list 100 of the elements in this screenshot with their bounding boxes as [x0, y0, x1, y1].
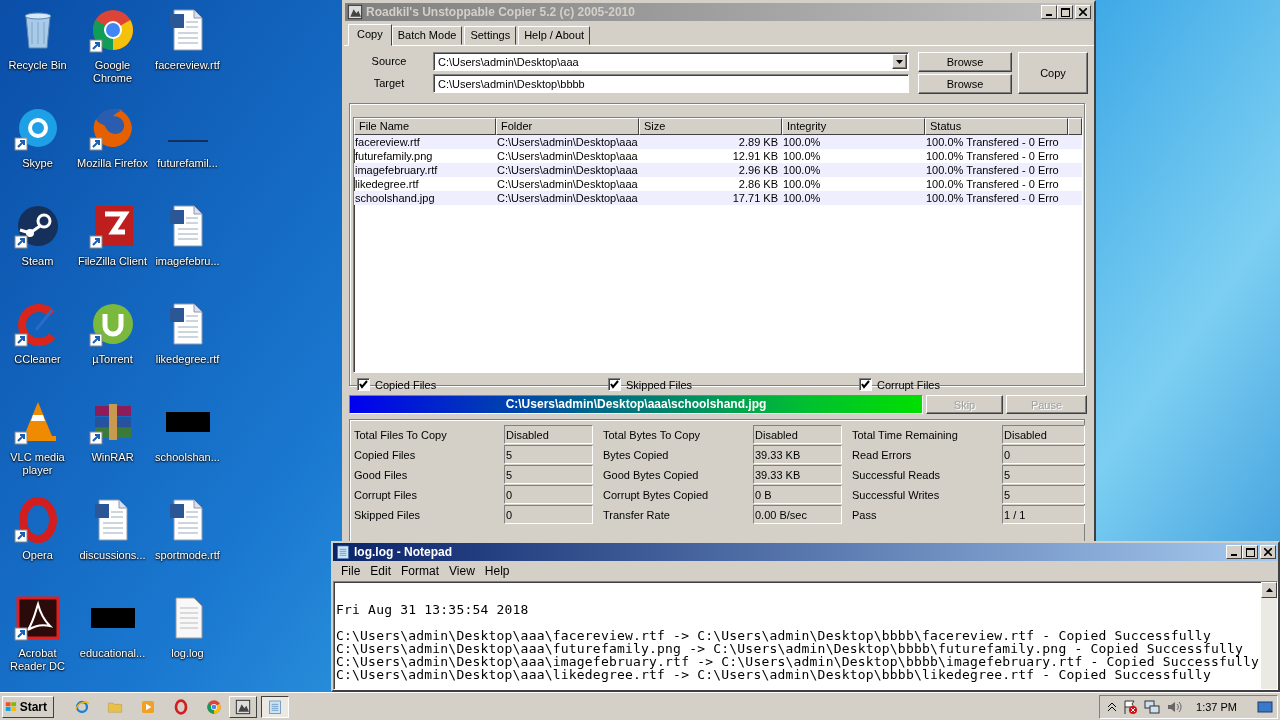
- maximize-button[interactable]: [1242, 545, 1258, 559]
- caret-up-icon[interactable]: [1108, 702, 1117, 711]
- table-cell-text: 2.96 KB: [737, 163, 779, 177]
- browse-button[interactable]: Browse: [918, 74, 1012, 94]
- close-button[interactable]: [1075, 5, 1091, 19]
- tab[interactable]: Copy: [348, 24, 392, 46]
- column-header[interactable]: Folder: [496, 118, 639, 135]
- scrollbar[interactable]: [1261, 582, 1277, 689]
- icon-label[interactable]: Recycle Bin: [1, 59, 74, 72]
- minimize-button[interactable]: [1226, 545, 1242, 559]
- log-line: C:\Users\admin\Desktop\aaa\imagefebruary.rtf -> C:\Users\admin\Desktop\bbbb\imagefebruary.rtf - Copied Successfully: [336, 655, 1261, 668]
- icon-label[interactable]: Opera: [1, 549, 74, 562]
- icon-label[interactable]: FileZilla Client: [76, 255, 149, 268]
- browser-logo-icon[interactable]: [206, 698, 222, 715]
- icon-label[interactable]: Acrobat Reader DC: [1, 647, 74, 673]
- icon-label[interactable]: facereview.rtf: [151, 59, 224, 72]
- icon-label[interactable]: log.log: [151, 647, 224, 660]
- tab[interactable]: Batch Mode: [391, 26, 463, 45]
- table-cell: C:\Users\admin\Desktop\aaa: [496, 149, 639, 163]
- text-area[interactable]: [333, 581, 1278, 690]
- icon-label[interactable]: Skype: [1, 157, 74, 170]
- browse-button[interactable]: Browse: [918, 52, 1012, 72]
- icon-label[interactable]: WinRAR: [76, 451, 149, 464]
- log-line: C:\Users\admin\Desktop\aaa\facereview.rtf -> C:\Users\admin\Desktop\bbbb\facereview.rtf - Copied Successfully: [336, 629, 1212, 642]
- log-line: C:\Users\admin\Desktop\aaa\likedegree.rtf -> C:\Users\admin\Desktop\bbbb\likedegree.rtf - Copied Successfully: [336, 668, 1211, 681]
- table-cell-text: futurefamily.png: [354, 149, 434, 163]
- checkbox[interactable]: [608, 378, 621, 391]
- icon-label[interactable]: µTorrent: [76, 353, 149, 366]
- table-cell-text: 12.91 KB: [731, 149, 779, 163]
- checkbox[interactable]: [357, 378, 370, 391]
- flag-icon[interactable]: [1122, 698, 1139, 715]
- field-label: Source: [370, 54, 408, 69]
- table-cell-text: 100.0%: [782, 163, 822, 177]
- window-title: log.log - Notepad: [354, 545, 453, 559]
- stat-value: 0: [504, 485, 593, 504]
- stat-value: 0 B: [753, 485, 842, 504]
- icon-label[interactable]: Steam: [1, 255, 74, 268]
- menu-item[interactable]: Help: [479, 564, 515, 578]
- close-icon: [1079, 8, 1087, 16]
- column-header[interactable]: Integrity: [782, 118, 925, 135]
- table-cell-text: 2.89 KB: [737, 135, 779, 149]
- source-combobox[interactable]: C:\Users\admin\Desktop\aaa: [433, 52, 909, 71]
- maximize-button[interactable]: [1057, 5, 1073, 19]
- close-button[interactable]: [1260, 545, 1276, 559]
- icon-label[interactable]: discussions...: [76, 549, 149, 562]
- stat-value: 39.33 KB: [753, 445, 842, 464]
- menu-item[interactable]: Format: [396, 564, 445, 578]
- checkbox-label[interactable]: Skipped Files: [626, 378, 693, 391]
- target-field[interactable]: C:\Users\admin\Desktop\bbbb: [433, 74, 909, 93]
- column-header[interactable]: File Name: [354, 118, 496, 135]
- taskbar-button[interactable]: [261, 695, 289, 718]
- checkbox[interactable]: [859, 378, 872, 391]
- caret-down-icon: [896, 59, 903, 64]
- stat-value: 5: [1002, 485, 1085, 504]
- table-cell-text: 100.0% Transfered - 0 Erro: [925, 135, 1060, 149]
- stat-label: Copied Files: [354, 448, 417, 461]
- icon-label[interactable]: schoolshan...: [151, 451, 224, 464]
- minimize-button[interactable]: [1041, 5, 1057, 19]
- column-header[interactable]: Size: [639, 118, 782, 135]
- icon-label[interactable]: Google Chrome: [76, 59, 149, 85]
- dropdown-button[interactable]: [892, 54, 907, 69]
- tab[interactable]: Help / About: [518, 26, 591, 45]
- copy-button[interactable]: Copy: [1018, 52, 1088, 94]
- icon-label[interactable]: educational...: [76, 647, 149, 660]
- table-cell-text: 100.0% Transfered - 0 Erro: [925, 191, 1060, 205]
- tab[interactable]: Settings: [464, 26, 517, 45]
- icon-label[interactable]: sportmode.rtf: [151, 549, 224, 562]
- stat-label: Transfer Rate: [603, 508, 671, 521]
- table-cell-text: likedegree.rtf: [354, 177, 420, 191]
- table-cell-text: imagefebruary.rtf: [354, 163, 439, 177]
- table-cell-text: schoolshand.jpg: [354, 191, 436, 205]
- copier-app-icon: [347, 4, 363, 20]
- icon-label[interactable]: likedegree.rtf: [151, 353, 224, 366]
- stat-label: Skipped Files: [354, 508, 422, 521]
- icon-label[interactable]: imagefebru...: [151, 255, 224, 268]
- icon-label[interactable]: VLC media player: [1, 451, 74, 477]
- show-desktop-icon[interactable]: [1257, 699, 1273, 714]
- column-header[interactable]: Status: [925, 118, 1068, 135]
- scroll-up-button[interactable]: [1261, 582, 1277, 598]
- menu-item[interactable]: View: [444, 564, 480, 578]
- notepad-icon: [267, 698, 283, 715]
- notepad-icon: [335, 544, 351, 560]
- log-line: Fri Aug 31 13:35:54 2018: [336, 603, 530, 616]
- stat-label: Read Errors: [852, 448, 913, 461]
- app-logo-icon[interactable]: [13, 594, 62, 642]
- stat-value: Disabled: [504, 425, 593, 444]
- stat-label: Total Time Remaining: [852, 428, 959, 441]
- stat-label: Good Files: [354, 468, 409, 481]
- checkbox-label[interactable]: Corrupt Files: [877, 378, 940, 391]
- stat-label: Good Bytes Copied: [603, 468, 700, 481]
- icon-label[interactable]: Mozilla Firefox: [76, 157, 149, 170]
- menu-item[interactable]: Edit: [365, 564, 397, 578]
- clock[interactable]: 1:37 PM: [1196, 700, 1237, 713]
- stat-label: Bytes Copied: [603, 448, 670, 461]
- icon-label[interactable]: futurefamil...: [151, 157, 224, 170]
- menu-item[interactable]: File: [336, 564, 366, 578]
- checkbox-label[interactable]: Copied Files: [375, 378, 437, 391]
- start-button[interactable]: Start: [2, 695, 54, 718]
- icon-label[interactable]: CCleaner: [1, 353, 74, 366]
- network-icon[interactable]: [1144, 698, 1161, 715]
